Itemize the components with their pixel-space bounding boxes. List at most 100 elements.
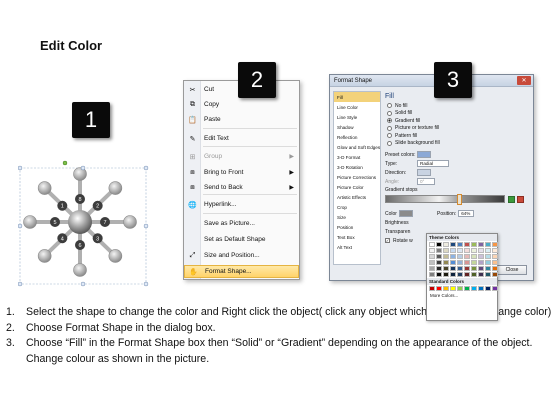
color-swatch[interactable] [429,260,435,265]
color-swatch[interactable] [485,272,491,277]
color-swatch[interactable] [471,260,477,265]
color-swatch[interactable] [457,254,463,259]
fill-option-gradient-fill[interactable]: Gradient fill [387,117,531,125]
nav-item-line-style[interactable]: Line Style [334,112,380,122]
color-swatch[interactable] [492,286,498,291]
color-swatch[interactable] [464,260,470,265]
rotate-handle[interactable] [62,160,68,166]
color-swatch[interactable] [457,260,463,265]
color-swatch[interactable] [478,248,484,253]
selected-hub-shape[interactable]: 8 2 7 3 6 4 5 1 [17,160,150,290]
hub-center-circle[interactable] [68,210,92,234]
outer-node-circle[interactable] [108,181,123,195]
nav-item-line-color[interactable]: Line Color [334,102,380,112]
dialog-close-icon[interactable]: ✕ [517,76,531,85]
color-swatch[interactable] [485,286,491,291]
outer-node-circle[interactable] [108,249,123,263]
position-input[interactable]: 64% [458,210,475,217]
resize-handle[interactable] [17,223,23,229]
color-swatch[interactable] [457,272,463,277]
nav-item-text-box[interactable]: Text Box [334,232,380,242]
color-swatch[interactable] [443,260,449,265]
menu-item-format-shape[interactable]: ✋ Format Shape... [184,265,299,278]
color-swatch[interactable] [436,254,442,259]
direction-dropdown[interactable] [417,169,431,176]
radio-button[interactable] [387,103,392,109]
color-swatch[interactable] [485,260,491,265]
context-menu[interactable]: ✂ Cut ⧉ Copy 📋 Paste ✎ Edit Text ⊞ Group ▶ ⧈ Bring t… [183,80,300,280]
color-swatch[interactable] [436,266,442,271]
color-swatch[interactable] [492,272,498,277]
color-swatch[interactable] [443,242,449,247]
color-swatch[interactable] [443,254,449,259]
add-stop-icon[interactable] [508,195,515,203]
outer-node-circle[interactable] [37,181,52,195]
gradient-stop-handle[interactable] [456,194,462,205]
color-swatch[interactable] [485,242,491,247]
rotate-checkbox[interactable]: ✓ [385,238,390,243]
color-dropdown[interactable] [399,210,413,217]
radio-button[interactable] [387,133,392,139]
color-swatch[interactable] [450,254,456,259]
color-swatch[interactable] [464,286,470,291]
angle-input[interactable]: 0° [417,178,435,185]
menu-item-paste[interactable]: 📋 Paste [184,113,299,126]
menu-item-group[interactable]: ⊞ Group ▶ [184,150,299,163]
color-swatch[interactable] [471,254,477,259]
close-button[interactable]: Close [497,265,527,275]
color-swatch[interactable] [492,260,498,265]
color-swatch[interactable] [464,254,470,259]
color-swatch[interactable] [450,260,456,265]
color-swatch[interactable] [450,242,456,247]
hub-diagram[interactable]: 8 2 7 3 6 4 5 1 [17,160,150,290]
resize-handle[interactable] [80,165,86,171]
menu-item-copy[interactable]: ⧉ Copy [184,98,299,111]
nav-item-picture-color[interactable]: Picture Color [334,182,380,192]
resize-handle[interactable] [143,165,149,171]
color-swatch[interactable] [464,242,470,247]
fill-option-pattern-fill[interactable]: Pattern fill [387,132,531,140]
nav-item-fill[interactable]: Fill [334,92,380,102]
color-swatch[interactable] [450,266,456,271]
outer-node-circle[interactable] [123,215,137,229]
color-swatch[interactable] [457,266,463,271]
color-swatch[interactable] [450,272,456,277]
color-swatch[interactable] [471,286,477,291]
color-swatch[interactable] [492,266,498,271]
color-swatch[interactable] [464,272,470,277]
nav-item-size[interactable]: Size [334,212,380,222]
nav-item-shadow[interactable]: Shadow [334,122,380,132]
nav-item-3-d-rotation[interactable]: 3-D Rotation [334,162,380,172]
color-swatch[interactable] [492,254,498,259]
resize-handle[interactable] [17,165,23,171]
color-swatch[interactable] [478,260,484,265]
more-colors-link[interactable]: More Colors... [427,292,497,299]
preset-colors-dropdown[interactable] [417,151,431,158]
color-swatch[interactable] [471,266,477,271]
color-palette-popup[interactable]: Theme Colors Standard Colors More Colors… [426,233,498,321]
color-swatch[interactable] [436,286,442,291]
resize-handle[interactable] [143,223,149,229]
color-swatch[interactable] [450,286,456,291]
color-swatch[interactable] [471,248,477,253]
menu-item-hyperlink[interactable]: 🌐 Hyperlink... [184,198,299,211]
color-swatch[interactable] [436,260,442,265]
fill-option-solid-fill[interactable]: Solid fill [387,110,531,118]
color-swatch[interactable] [429,266,435,271]
resize-handle[interactable] [143,281,149,287]
nav-item-reflection[interactable]: Reflection [334,132,380,142]
color-swatch[interactable] [429,254,435,259]
color-swatch[interactable] [471,242,477,247]
color-swatch[interactable] [457,248,463,253]
fill-option-no-fill[interactable]: No fill [387,102,531,110]
nav-item-artistic-effects[interactable]: Artistic Effects [334,192,380,202]
color-swatch[interactable] [429,242,435,247]
outer-node-circle[interactable] [23,215,37,229]
color-swatch[interactable] [429,272,435,277]
color-swatch[interactable] [492,248,498,253]
menu-item-send-to-back[interactable]: ⧈ Send to Back ▶ [184,181,299,194]
outer-node-circle[interactable] [73,263,87,277]
color-swatch[interactable] [485,254,491,259]
remove-stop-icon[interactable] [517,195,524,203]
color-swatch[interactable] [478,286,484,291]
